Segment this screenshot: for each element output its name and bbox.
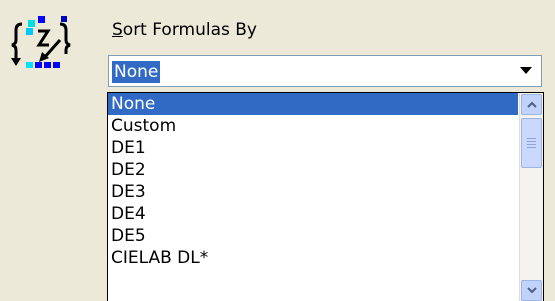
option-item[interactable]: Custom	[108, 115, 518, 137]
vertical-scrollbar[interactable]	[519, 93, 543, 301]
thumb-grip	[527, 138, 536, 139]
option-item[interactable]: DE1	[108, 137, 518, 159]
thumb-grip	[527, 141, 536, 142]
option-item[interactable]: None	[108, 93, 518, 115]
scroll-up-arrow-icon[interactable]	[521, 94, 542, 115]
sort-options-dropdown[interactable]: None Custom DE1 DE2 DE3 DE4 DE5 CIELAB D…	[107, 92, 544, 301]
label-mnemonic: S	[112, 20, 123, 40]
option-item[interactable]: DE2	[108, 159, 518, 181]
sort-panel: Sort Formulas By None None Custom DE1 DE…	[100, 0, 555, 301]
chevron-down-icon[interactable]	[513, 58, 539, 84]
thumb-grip	[527, 147, 536, 148]
combo-selected-value: None	[112, 61, 161, 83]
option-item[interactable]: CIELAB DL*	[108, 247, 518, 269]
scroll-down-arrow-icon[interactable]	[521, 280, 542, 301]
thumb-grip	[527, 144, 536, 145]
sort-formulas-combobox[interactable]: None	[108, 55, 542, 87]
option-item[interactable]: DE3	[108, 181, 518, 203]
option-item[interactable]: DE4	[108, 203, 518, 225]
label-text: ort Formulas By	[122, 20, 257, 40]
option-item[interactable]: DE5	[108, 225, 518, 247]
scrollbar-thumb[interactable]	[521, 118, 542, 168]
sort-formulas-label: Sort Formulas By	[112, 20, 257, 40]
options-list: None Custom DE1 DE2 DE3 DE4 DE5 CIELAB D…	[108, 93, 518, 269]
sort-formulas-icon	[8, 14, 86, 84]
